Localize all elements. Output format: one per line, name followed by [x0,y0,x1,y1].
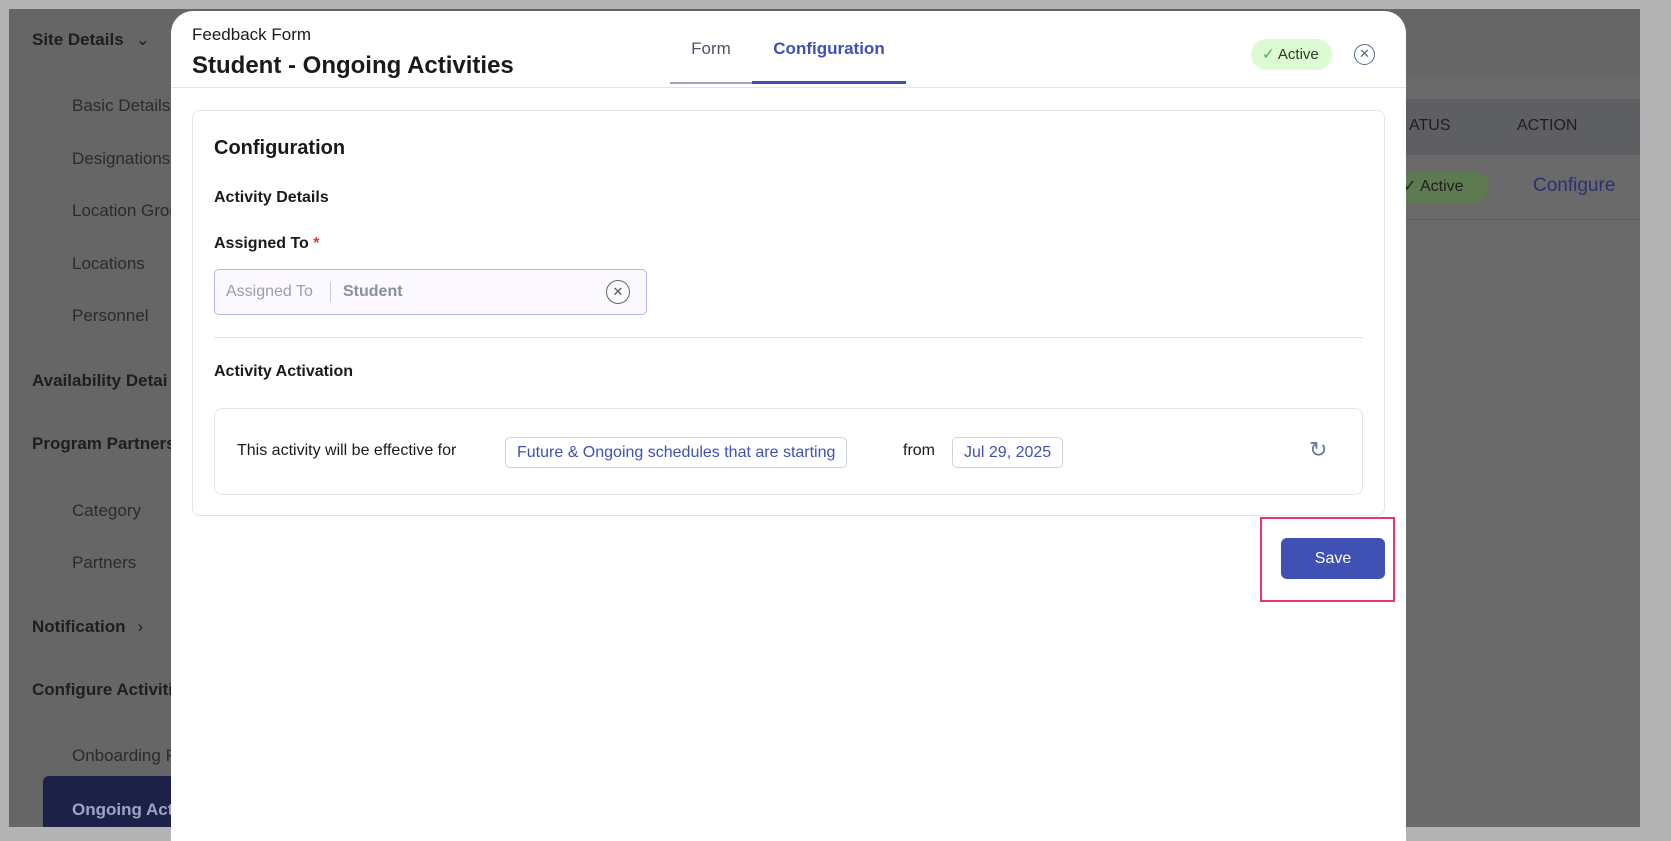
sidebar-item[interactable]: Program Partners [32,434,176,454]
status-badge-text: Active [1277,46,1319,63]
sidebar-item[interactable]: Locations [72,254,145,274]
date-picker[interactable]: Jul 29, 2025 [952,437,1064,468]
sidebar-item[interactable]: Configure Activiti [32,680,173,700]
tab-configuration[interactable]: Configuration [752,39,906,59]
modal-title: Student - Ongoing Activities [192,52,514,79]
sidebar-item[interactable]: Onboarding R [72,746,178,766]
sidebar-item-label: Availability Detai [32,371,168,390]
configuration-card: Configuration Activity Details Assigned … [192,110,1385,516]
assigned-to-prefix: Assigned To [226,283,313,300]
field-separator [330,282,331,302]
assigned-to-label-text: Assigned To [214,235,309,252]
header-divider [171,87,1406,88]
activity-activation-heading: Activity Activation [214,363,353,380]
from-text: from [903,442,935,459]
sidebar-item[interactable]: Notification › [32,617,143,637]
row-divider [1399,219,1640,220]
tab-form-underline [670,82,752,84]
modal-subtitle: Feedback Form [192,25,312,44]
assigned-to-label: Assigned To * [214,235,320,253]
save-button[interactable]: Save [1281,538,1385,579]
sidebar-item-label: Designations [72,149,171,168]
column-status: ATUS [1409,117,1451,134]
refresh-icon[interactable]: ↻ [1309,437,1327,463]
activity-details-heading: Activity Details [214,189,329,206]
tab-form[interactable]: Form [670,39,752,59]
schedule-selector[interactable]: Future & Ongoing schedules that are star… [505,437,848,468]
sidebar-item-label: Partners [72,553,137,572]
check-icon: ✓ [1262,46,1275,63]
effective-text: This activity will be effective for [237,442,457,459]
tab-configuration-underline [752,81,906,84]
sidebar-item-label: Category [72,501,141,520]
configuration-heading: Configuration [214,137,346,159]
sidebar-item-label: Site Details [32,30,124,49]
sidebar-item[interactable]: Personnel [72,306,149,326]
sidebar-item[interactable]: Partners [72,553,136,573]
sidebar-item-label: Basic Details [72,96,171,115]
section-divider [214,337,1363,338]
required-mark: * [313,235,320,252]
sidebar-item-label: Locations [72,254,145,273]
sidebar-item[interactable]: Basic Details [72,96,170,116]
sidebar-item[interactable]: Location Grou [72,201,179,221]
status-badge: ✓ Active [1251,39,1332,70]
feedback-form-modal: Feedback Form Student - Ongoing Activiti… [171,11,1406,841]
assigned-to-value: Student [343,283,403,300]
sidebar-item-label: Configure Activiti [32,680,174,699]
sidebar-item[interactable]: Category [72,501,141,521]
clear-icon[interactable]: ✕ [606,280,630,304]
sidebar-item-label: Onboarding R [72,746,178,765]
close-icon[interactable]: ✕ [1354,44,1375,65]
activation-box: This activity will be effective for Futu… [214,408,1363,495]
sidebar-item-label: Program Partners [32,434,176,453]
assigned-to-field[interactable]: Assigned To Student ✕ [214,269,647,315]
sidebar-item[interactable]: Site Details ⌄ [32,30,150,50]
configure-link[interactable]: Configure [1533,175,1615,197]
sidebar-item-label: Notification [32,617,126,636]
chevron-right-icon[interactable]: › [138,617,144,636]
row-status-text: Active [1419,178,1464,195]
column-action: ACTION [1517,117,1578,134]
sidebar-item[interactable]: Designations [72,149,170,169]
chevron-down-icon[interactable]: ⌄ [136,30,150,49]
sidebar-item[interactable]: Availability Detai [32,371,167,391]
sidebar-item-label: Personnel [72,306,149,325]
sidebar-item-label: Location Grou [72,201,179,220]
